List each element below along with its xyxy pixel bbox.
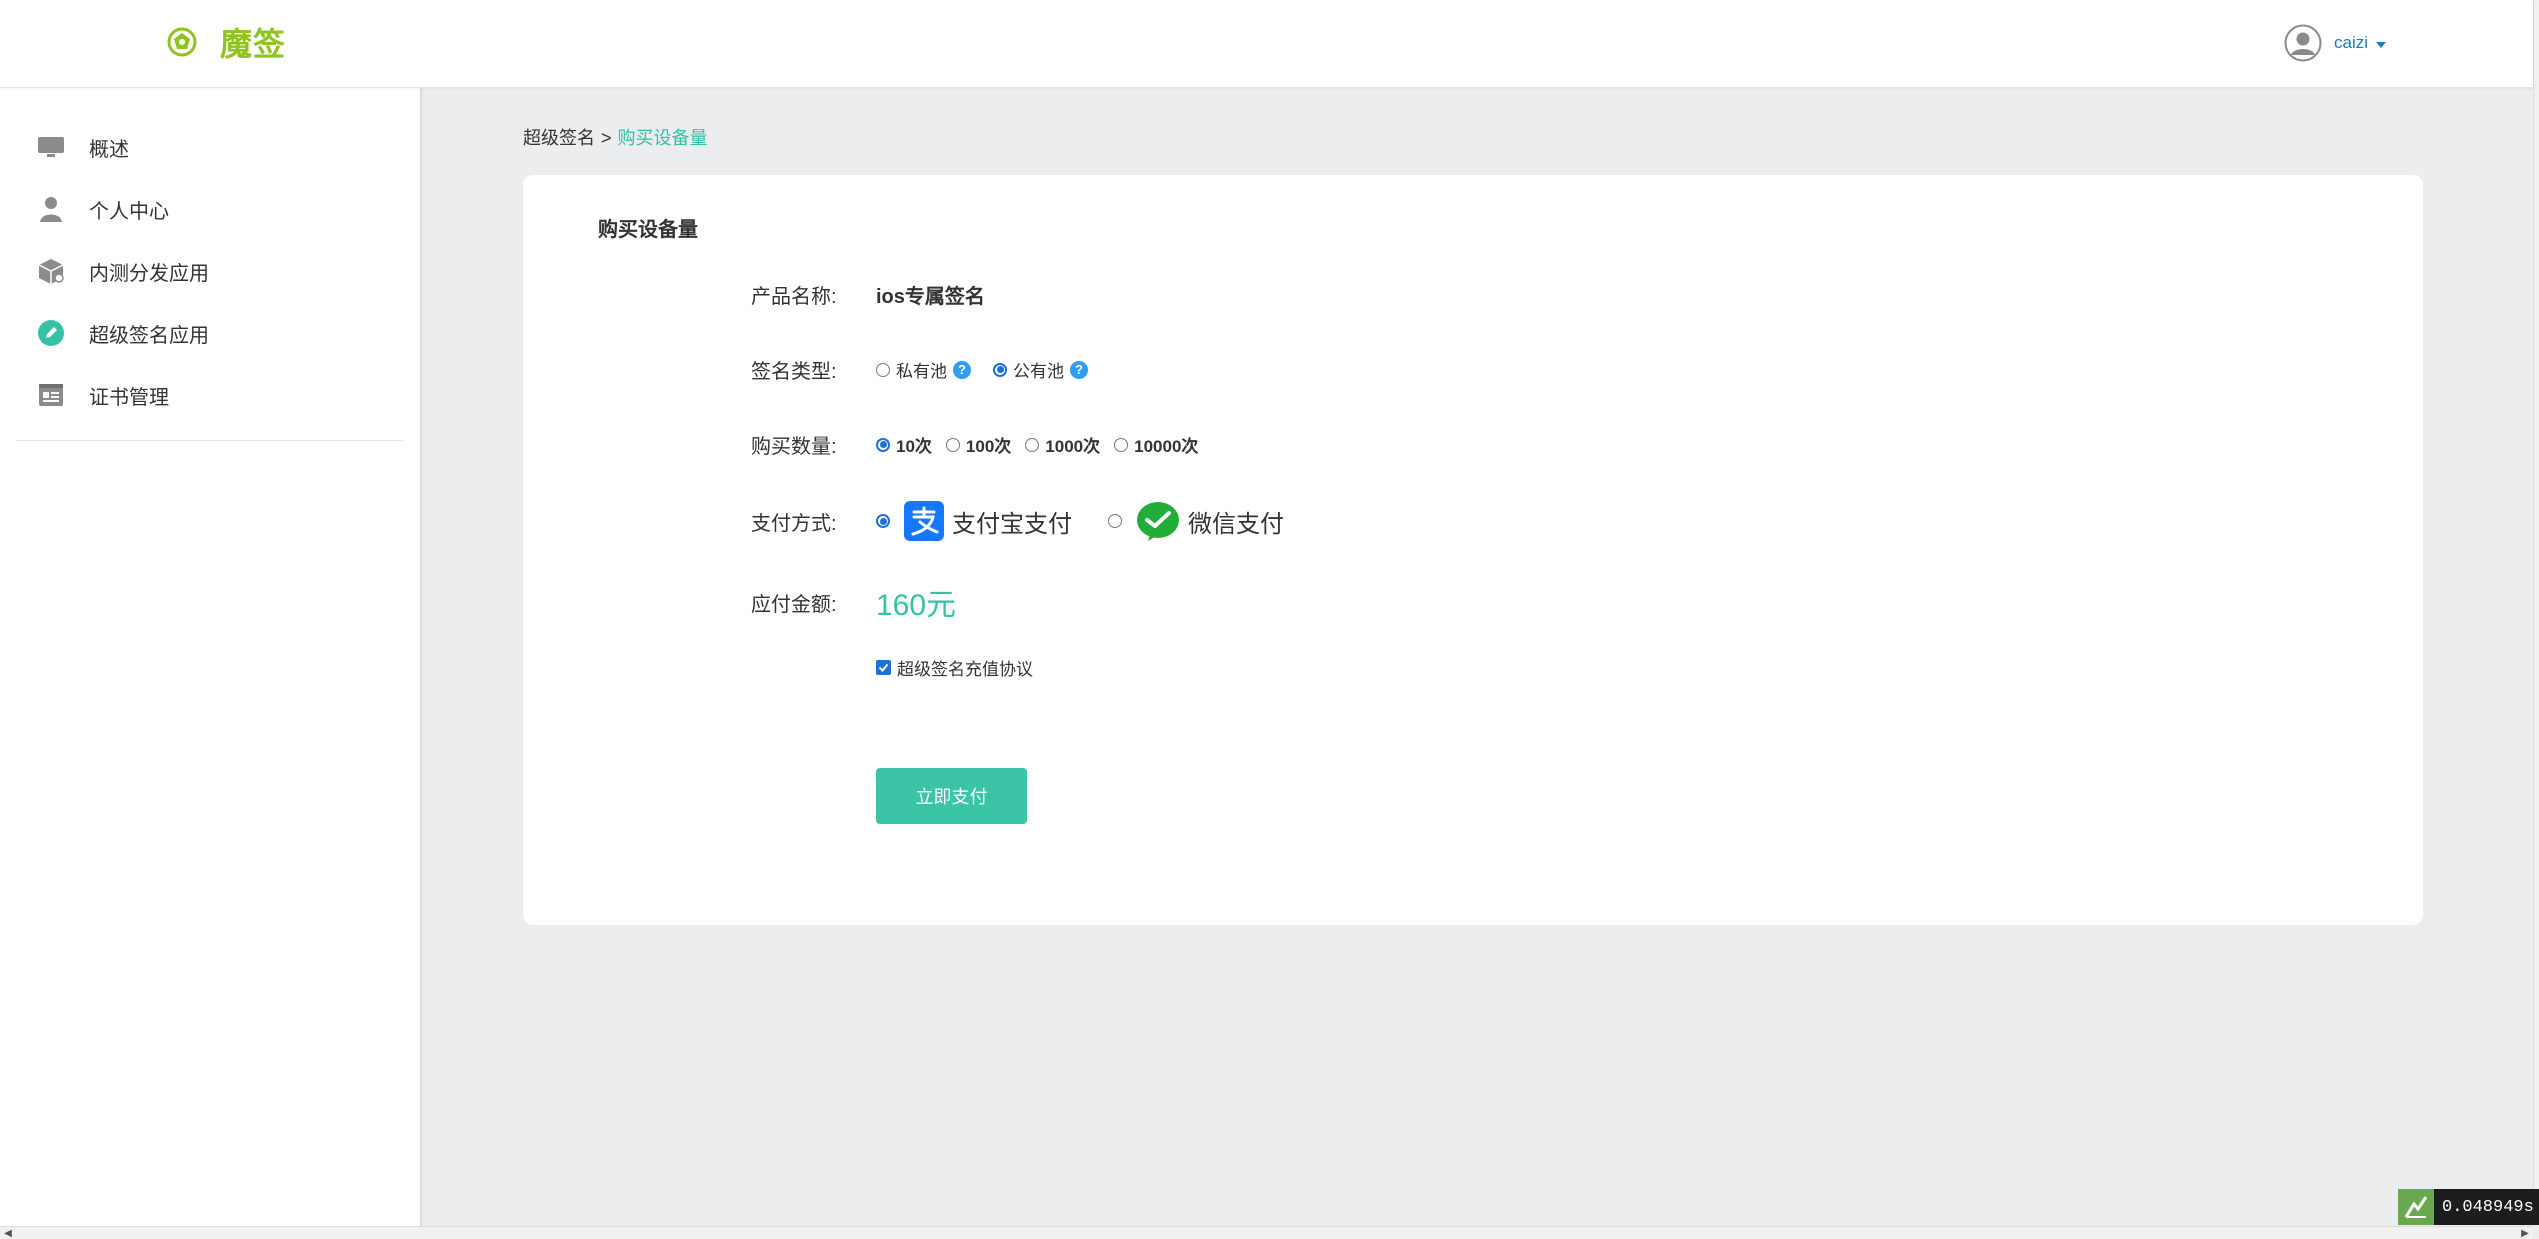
debug-time: 0.048949s bbox=[2442, 1197, 2534, 1217]
payment-row: 支付方式: 支付宝支付 微信支付 bbox=[751, 501, 1320, 541]
sidebar-item-certificates[interactable]: 证书管理 bbox=[0, 364, 420, 426]
help-icon[interactable]: ? bbox=[953, 360, 971, 379]
debug-timer-badge[interactable]: 0.048949s bbox=[2398, 1189, 2539, 1225]
sidebar-item-profile[interactable]: 个人中心 bbox=[0, 178, 420, 240]
option-label: 支付宝支付 bbox=[952, 510, 1072, 538]
quantity-label: 购买数量: bbox=[751, 436, 837, 458]
product-value: ios专属签名 bbox=[876, 286, 985, 308]
alipay-icon bbox=[904, 501, 944, 541]
sidebar-item-super-sign[interactable]: 超级签名应用 bbox=[0, 302, 420, 364]
pay-now-button[interactable]: 立即支付 bbox=[876, 768, 1027, 824]
sidebar-item-label: 概述 bbox=[89, 138, 129, 161]
option-label: 1000次 bbox=[1045, 437, 1101, 456]
sidebar-divider bbox=[16, 440, 404, 441]
sidebar-item-label: 证书管理 bbox=[89, 386, 169, 409]
quantity-option-10000[interactable]: 10000次 bbox=[1114, 432, 1198, 457]
payment-option-wechat[interactable]: 微信支付 bbox=[1108, 501, 1284, 541]
option-label: 公有池 bbox=[1013, 362, 1064, 381]
purchase-card: 购买设备量 产品名称: ios专属签名 签名类型: 私有池 ? 公有池 ? 购买… bbox=[523, 175, 2423, 925]
avatar-icon bbox=[2284, 24, 2322, 62]
monitor-icon bbox=[36, 132, 66, 162]
sign-type-public[interactable]: 公有池 ? bbox=[993, 357, 1088, 382]
quantity-option-100[interactable]: 100次 bbox=[945, 432, 1012, 457]
help-icon[interactable]: ? bbox=[1070, 360, 1088, 379]
option-label: 微信支付 bbox=[1188, 510, 1284, 538]
package-icon bbox=[36, 256, 66, 286]
breadcrumb-separator: > bbox=[601, 128, 612, 148]
user-menu[interactable]: caizi bbox=[2284, 24, 2387, 62]
payment-label: 支付方式: bbox=[751, 512, 837, 535]
horizontal-scrollbar[interactable]: ◀ ▶ bbox=[0, 1226, 2533, 1239]
sidebar-item-label: 内测分发应用 bbox=[89, 262, 209, 285]
sidebar-item-label: 个人中心 bbox=[89, 200, 169, 223]
radio-alipay[interactable] bbox=[876, 514, 890, 528]
product-label: 产品名称: bbox=[751, 286, 837, 308]
agreement-checkbox[interactable] bbox=[876, 660, 891, 675]
agreement-row: 超级签名充值协议 bbox=[876, 655, 1033, 680]
radio-quantity-100[interactable] bbox=[945, 437, 960, 452]
radio-wechat[interactable] bbox=[1108, 514, 1122, 528]
payment-option-alipay[interactable]: 支付宝支付 bbox=[876, 501, 1072, 541]
option-label: 100次 bbox=[965, 437, 1012, 456]
radio-quantity-10[interactable] bbox=[876, 437, 890, 452]
brand-name: 魔签 bbox=[220, 26, 287, 62]
scroll-left-icon[interactable]: ◀ bbox=[2, 1227, 14, 1239]
option-label: 10000次 bbox=[1134, 437, 1199, 456]
sidebar-item-beta-apps[interactable]: 内测分发应用 bbox=[0, 240, 420, 302]
radio-public-pool[interactable] bbox=[993, 362, 1007, 377]
product-row: 产品名称: ios专属签名 bbox=[751, 280, 985, 309]
quantity-option-1000[interactable]: 1000次 bbox=[1025, 432, 1100, 457]
quantity-option-10[interactable]: 10次 bbox=[876, 432, 932, 457]
sidebar-nav: 概述 个人中心 内测分发应用 超级签名应用 证书管理 bbox=[0, 88, 420, 426]
username: caizi bbox=[2334, 33, 2369, 52]
sign-type-label: 签名类型: bbox=[751, 361, 837, 383]
breadcrumb-current: 购买设备量 bbox=[617, 128, 708, 148]
vertical-scrollbar[interactable] bbox=[2533, 0, 2539, 1226]
wechat-pay-icon bbox=[1137, 502, 1179, 541]
pencil-icon bbox=[36, 318, 66, 348]
breadcrumb-parent[interactable]: 超级签名 bbox=[523, 128, 595, 148]
radio-private-pool[interactable] bbox=[876, 362, 890, 377]
sign-type-row: 签名类型: 私有池 ? 公有池 ? bbox=[751, 355, 1110, 384]
sign-type-private[interactable]: 私有池 ? bbox=[876, 357, 971, 382]
amount-row: 应付金额: 160元 bbox=[751, 580, 956, 624]
caret-down-icon bbox=[2376, 41, 2387, 48]
option-label: 10次 bbox=[896, 437, 932, 456]
scroll-right-icon[interactable]: ▶ bbox=[2519, 1227, 2531, 1239]
amount-label: 应付金额: bbox=[751, 593, 837, 616]
logo[interactable]: 魔签 bbox=[166, 20, 286, 64]
check-icon bbox=[878, 663, 889, 672]
radio-quantity-10000[interactable] bbox=[1114, 437, 1129, 452]
quantity-row: 购买数量: 10次 100次 1000次 10000次 bbox=[751, 430, 1220, 459]
breadcrumb: 超级签名 > 购买设备量 bbox=[523, 124, 708, 150]
option-label: 私有池 bbox=[896, 362, 947, 381]
amount-value: 160元 bbox=[876, 589, 957, 622]
user-icon bbox=[36, 194, 66, 224]
sidebar: 概述 个人中心 内测分发应用 超级签名应用 证书管理 bbox=[0, 88, 422, 1226]
card-title: 购买设备量 bbox=[598, 219, 698, 241]
id-card-icon bbox=[36, 380, 66, 410]
sidebar-item-label: 超级签名应用 bbox=[89, 324, 209, 347]
sidebar-item-overview[interactable]: 概述 bbox=[0, 116, 420, 178]
radio-quantity-1000[interactable] bbox=[1025, 437, 1040, 452]
top-bar: 魔签 caizi bbox=[0, 0, 2533, 88]
brand-logo-icon bbox=[167, 27, 197, 57]
debug-logo-icon bbox=[2398, 1189, 2434, 1225]
agreement-link[interactable]: 超级签名充值协议 bbox=[897, 655, 1033, 680]
